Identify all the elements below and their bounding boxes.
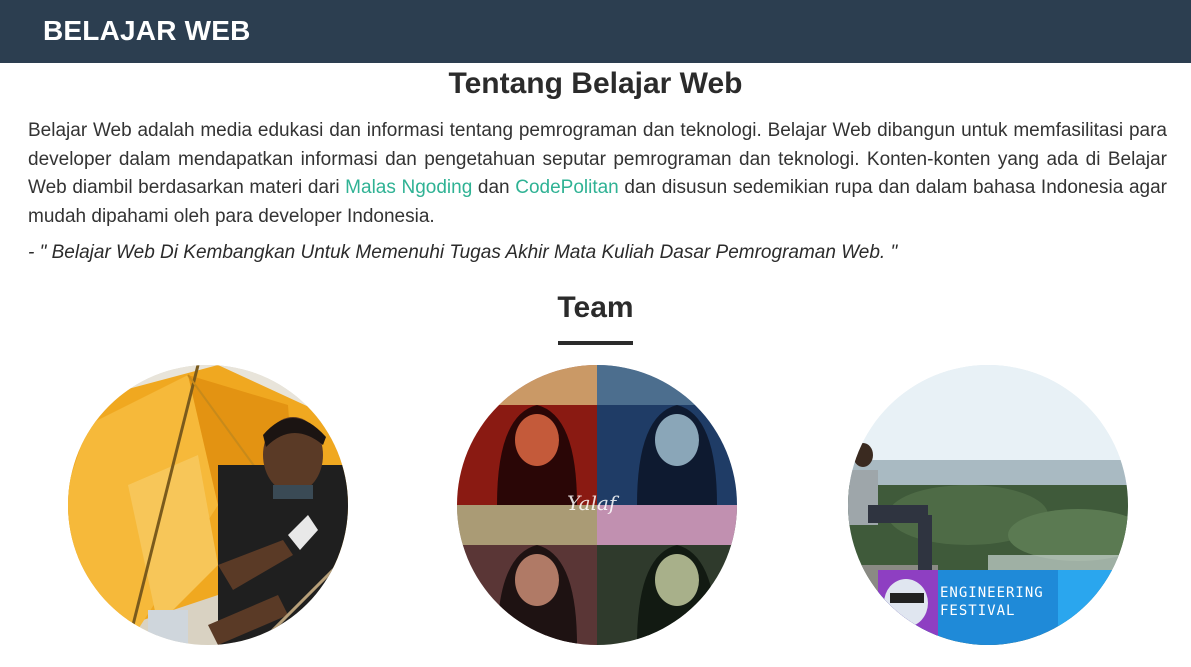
codepolitan-link[interactable]: CodePolitan (515, 177, 619, 198)
tent-photo (68, 365, 348, 645)
team-member-photo-1 (68, 365, 348, 645)
landscape-photo: ENGINEERING FESTIVAL (848, 365, 1128, 645)
banner-line2: FESTIVAL (940, 603, 1015, 619)
about-description: Belajar Web adalah media edukasi dan inf… (28, 117, 1167, 231)
team-title: Team (557, 291, 634, 324)
about-title: Tentang Belajar Web (448, 67, 743, 100)
about-text-part2: dan (472, 177, 516, 198)
banner-line1: ENGINEERING (940, 585, 1044, 601)
navbar: BELAJAR WEB (0, 0, 1191, 63)
brand-logo[interactable]: BELAJAR WEB (43, 15, 251, 47)
team-member-photo-3: ENGINEERING FESTIVAL (848, 365, 1128, 645)
about-section: Tentang Belajar Web Belajar Web adalah m… (0, 65, 1191, 267)
about-quote: - " Belajar Web Di Kembangkan Untuk Meme… (28, 242, 898, 263)
team-members: Yalaf ENGINEERING FESTIVAL (0, 345, 1191, 645)
team-member-photo-2: Yalaf (457, 365, 737, 645)
photo-signature: Yalaf (567, 491, 620, 515)
team-section: Team Yalaf ENGINEERING FESTIVAL (0, 289, 1191, 645)
malas-ngoding-link[interactable]: Malas Ngoding (345, 177, 472, 198)
collage-photo: Yalaf (457, 365, 737, 645)
